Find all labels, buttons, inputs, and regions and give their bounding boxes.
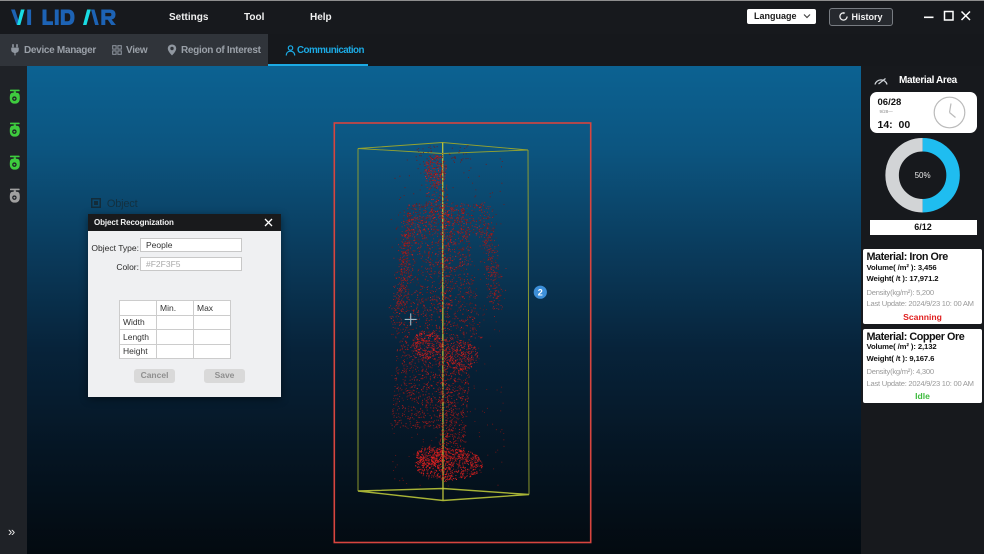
svg-text:50%: 50%: [915, 171, 931, 180]
svg-text:2: 2: [538, 288, 543, 298]
